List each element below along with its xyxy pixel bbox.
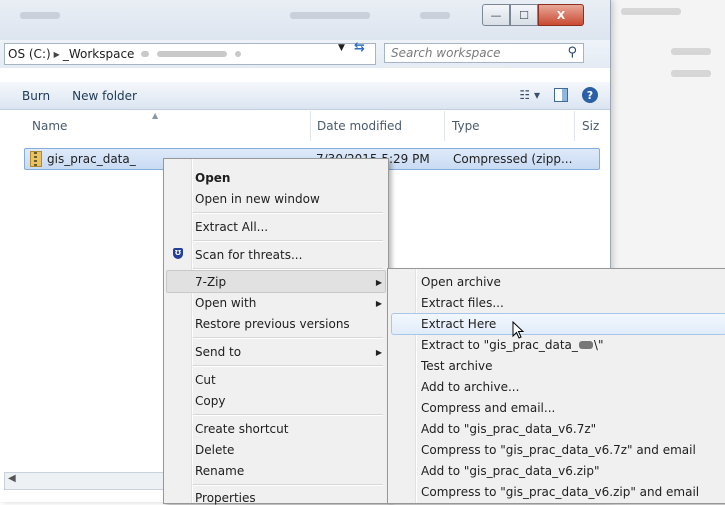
search-placeholder: Search workspace [391, 46, 501, 60]
menu-separator [193, 268, 383, 270]
menu-item-extract-here[interactable]: Extract Here [421, 317, 496, 331]
menu-item-open-with[interactable]: Open with [195, 296, 256, 310]
menu-item-extract-all[interactable]: Extract All... [195, 220, 268, 234]
mouse-cursor-icon [512, 321, 525, 339]
menu-separator [193, 484, 383, 486]
menu-item-rename[interactable]: Rename [195, 464, 244, 478]
burn-button[interactable]: Burn [22, 89, 50, 103]
menu-item-7zip[interactable]: 7-Zip [195, 275, 226, 289]
menu-separator [193, 337, 383, 339]
redacted-text [157, 51, 228, 57]
menu-item-add-7z[interactable]: Add to "gis_prac_data_v6.7z" [421, 422, 596, 436]
change-view-icon[interactable]: ☷ ▾ [519, 88, 540, 102]
submenu-arrow-icon: ▶ [375, 299, 382, 308]
column-divider[interactable] [574, 111, 575, 141]
menu-item-send-to[interactable]: Send to [195, 345, 241, 359]
caption-buttons: — ☐ X [482, 4, 584, 26]
help-icon[interactable]: ? [582, 87, 598, 103]
redacted-text [235, 51, 242, 57]
menu-item-compress-zip-email[interactable]: Compress to "gis_prac_data_v6.zip" and e… [421, 485, 699, 499]
menu-item-add-zip[interactable]: Add to "gis_prac_data_v6.zip" [421, 464, 599, 478]
menu-item-add-to-archive[interactable]: Add to archive... [421, 380, 519, 394]
column-date-modified[interactable]: Date modified [317, 119, 402, 133]
7zip-submenu: Open archive Extract files... Extract He… [387, 268, 725, 504]
breadcrumb-folder[interactable]: _Workspace [60, 47, 138, 61]
column-name[interactable]: Name [32, 119, 67, 133]
extract-to-label: Extract to "gis_prac_data_ [421, 338, 578, 352]
address-row: OS (C:) ▶ _Workspace ▼ ⇆ Search workspac… [0, 40, 610, 68]
close-button[interactable]: X [538, 4, 584, 26]
menu-item-open[interactable]: Open [195, 171, 230, 185]
shield-icon: Ʊ [173, 248, 183, 259]
file-type: Compressed (zipp... [453, 152, 573, 166]
menu-separator [193, 365, 383, 367]
scroll-left-icon[interactable]: ◀ [8, 473, 16, 484]
menu-item-open-new-window[interactable]: Open in new window [195, 192, 320, 206]
column-divider[interactable] [444, 111, 445, 141]
extract-to-suffix: \" [593, 338, 604, 352]
menu-item-scan[interactable]: Scan for threats... [195, 248, 302, 262]
sort-ascending-icon: ▲ [152, 111, 159, 120]
preview-pane-icon[interactable] [554, 88, 568, 102]
menu-item-copy[interactable]: Copy [195, 394, 225, 408]
address-dropdown-icon[interactable]: ▼ [338, 43, 345, 53]
command-bar: Burn New folder ☷ ▾ ? [0, 82, 610, 110]
menu-item-create-shortcut[interactable]: Create shortcut [195, 422, 288, 436]
horizontal-scrollbar[interactable]: ◀ [4, 472, 186, 490]
maximize-button[interactable]: ☐ [510, 4, 538, 26]
menu-item-open-archive[interactable]: Open archive [421, 275, 501, 289]
column-divider[interactable] [310, 111, 311, 141]
refresh-icon[interactable]: ⇆ [354, 40, 365, 55]
address-bar[interactable]: OS (C:) ▶ _Workspace [4, 43, 376, 65]
menu-item-extract-files[interactable]: Extract files... [421, 296, 504, 310]
submenu-arrow-icon: ▶ [375, 278, 382, 287]
menu-separator [193, 212, 383, 214]
context-menu: Open Open in new window Extract All... Ʊ… [163, 158, 389, 505]
menu-item-restore[interactable]: Restore previous versions [195, 317, 350, 331]
column-size[interactable]: Siz [582, 119, 599, 133]
menu-item-delete[interactable]: Delete [195, 443, 234, 457]
menu-separator [193, 240, 383, 242]
redacted-text [578, 341, 593, 349]
title-bar: — ☐ X [0, 0, 610, 40]
zip-folder-icon [30, 151, 42, 167]
menu-item-test-archive[interactable]: Test archive [421, 359, 493, 373]
search-input[interactable]: Search workspace ⚲ [384, 43, 584, 63]
search-icon[interactable]: ⚲ [567, 45, 577, 60]
menu-item-compress-7z-email[interactable]: Compress to "gis_prac_data_v6.7z" and em… [421, 443, 696, 457]
menu-item-properties[interactable]: Properties [195, 491, 256, 505]
column-type[interactable]: Type [452, 119, 480, 133]
new-folder-button[interactable]: New folder [72, 89, 137, 103]
breadcrumb-drive[interactable]: OS (C:) [5, 47, 54, 61]
column-headers: Name Date modified Type Siz [0, 111, 610, 141]
file-name: gis_prac_data_ [47, 152, 136, 166]
menu-separator [193, 414, 383, 416]
menu-item-compress-email[interactable]: Compress and email... [421, 401, 555, 415]
minimize-button[interactable]: — [482, 4, 510, 26]
redacted-text [141, 51, 150, 57]
menu-item-cut[interactable]: Cut [195, 373, 216, 387]
submenu-arrow-icon: ▶ [375, 348, 382, 357]
